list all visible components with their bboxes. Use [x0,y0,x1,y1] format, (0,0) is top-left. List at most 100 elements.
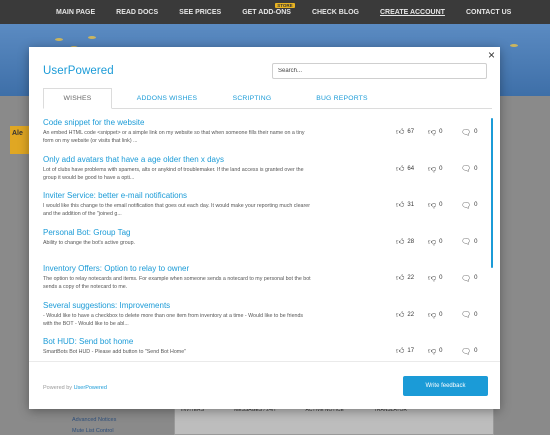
write-feedback-button[interactable]: Write feedback [403,376,488,396]
side-link-mute-list[interactable]: Mute List Control [72,426,116,435]
comment-icon: 🗨︎ [461,200,472,210]
comment-count: 0 [474,348,478,354]
nav-get-addons[interactable]: GET ADD-ONS STORE [242,2,295,16]
close-icon[interactable]: × [488,49,495,61]
vote-down-button[interactable]: 👎︎ 0 [428,200,461,210]
wish-description: - Would like to have a checkbox to delet… [43,312,304,327]
site-top-nav: MAIN PAGE READ DOCS SEE PRICES GET ADD-O… [0,0,550,24]
nav-check-blog[interactable]: CHECK BLOG [312,9,359,16]
thumbs-up-icon: 👍︎ [396,273,405,282]
vote-count: 17 [407,348,415,354]
downvote-count: 0 [439,202,443,208]
wish-title[interactable]: Several suggestions: Improvements [43,301,170,310]
comment-icon: 🗨︎ [461,273,472,283]
vote-up-button[interactable]: 👍︎ 22 [396,273,428,283]
vote-up-button[interactable]: 👍︎ 28 [396,237,428,247]
powered-by-text: Powered by UserPowered [43,385,107,391]
wish-title[interactable]: Only add avatars that have a age older t… [43,155,224,164]
wish-title[interactable]: Personal Bot: Group Tag [43,228,130,237]
wish-title[interactable]: Inventory Offers: Option to relay to own… [43,264,189,273]
logo-text-user: User [43,65,68,77]
alert-tab: Ale [10,126,30,154]
comment-count: 0 [474,129,478,135]
vote-up-button[interactable]: 👍︎ 17 [396,346,428,356]
wish-title[interactable]: Code snippet for the website [43,118,144,127]
scrollbar[interactable] [491,118,493,268]
banner-fish-decoration [88,36,96,39]
store-badge: STORE [275,2,295,8]
side-link-advanced-notices[interactable]: Advanced Notices [72,415,116,426]
thumbs-down-icon: 👎︎ [428,200,437,209]
nav-read-docs[interactable]: READ DOCS [116,9,158,16]
wish-item: Several suggestions: Improvements - Would… [43,298,483,335]
search-input[interactable] [272,63,487,79]
wish-title[interactable]: Inviter Service: better e-mail notificat… [43,191,187,200]
vote-down-button[interactable]: 👎︎ 0 [428,346,461,356]
modal-footer: Powered by UserPowered Write feedback [29,361,500,409]
tab-wishes[interactable]: WISHES [43,88,112,109]
powered-by-link[interactable]: UserPowered [74,385,107,391]
wish-description: The option to relay notecards and items.… [43,276,311,291]
thumbs-down-icon: 👎︎ [428,309,437,319]
thumbs-up-icon: 👍︎ [396,127,405,136]
vote-count: 67 [407,129,415,135]
feedback-modal: × UserPowered WISHES ADDONS WISHES SCRIP… [29,47,500,409]
powered-by-prefix: Powered by [43,385,74,391]
vote-down-button[interactable]: 👎︎ 0 [428,310,461,320]
comments-button[interactable]: 🗨︎ 0 [461,310,478,319]
vote-count: 22 [407,311,415,318]
downvote-count: 0 [439,311,443,318]
comment-count: 0 [474,202,478,208]
comments-button[interactable]: 🗨︎ 0 [461,164,478,173]
nav-main-page[interactable]: MAIN PAGE [56,9,95,16]
nav-get-addons-label: GET ADD-ONS [242,8,291,16]
tab-scripting[interactable]: SCRIPTING [222,88,282,108]
comments-button[interactable]: 🗨︎ 0 [461,127,478,137]
category-tabs: WISHES ADDONS WISHES SCRIPTING BUG REPOR… [43,88,492,109]
side-links: Advanced Notices Mute List Control [72,415,116,435]
nav-create-account[interactable]: CREATE ACCOUNT [380,9,445,16]
wish-description: SmartBots Bot HUD - Please add button to… [43,349,187,355]
comment-icon: 🗨︎ [461,346,472,356]
comment-count: 0 [474,311,478,318]
comment-count: 0 [474,275,478,281]
vote-count: 31 [407,202,415,208]
wish-description: I would like this change to the email no… [43,203,310,218]
vote-count: 64 [407,165,415,172]
vote-up-button[interactable]: 👍︎ 67 [396,127,428,137]
thumbs-up-icon: 👍︎ [396,163,405,173]
wish-title[interactable]: Bot HUD: Send bot home [43,337,133,346]
logo-text-powered: Powered [67,65,114,77]
vote-down-button[interactable]: 👎︎ 0 [428,273,461,283]
thumbs-up-icon: 👍︎ [396,236,405,246]
comments-button[interactable]: 🗨︎ 0 [461,237,478,246]
vote-up-button[interactable]: 👍︎ 31 [396,200,428,210]
comment-icon: 🗨︎ [461,310,472,319]
banner-fish-decoration [55,38,63,41]
vote-count: 28 [407,238,415,245]
wish-actions: 👍︎ 67 👎︎ 0 🗨︎ 0 [396,127,478,137]
wish-actions: 👍︎ 31 👎︎ 0 🗨︎ 0 [396,200,478,210]
vote-down-button[interactable]: 👎︎ 0 [428,237,461,247]
vote-down-button[interactable]: 👎︎ 0 [428,164,461,174]
vote-up-button[interactable]: 👍︎ 22 [396,310,428,320]
wish-item: Personal Bot: Group Tag Ability to change… [43,225,483,262]
comments-button[interactable]: 🗨︎ 0 [461,200,478,210]
vote-up-button[interactable]: 👍︎ 64 [396,164,428,174]
nav-see-prices[interactable]: SEE PRICES [179,9,221,16]
nav-contact-us[interactable]: CONTACT US [466,9,511,16]
wish-description: Ability to change the bot's active group… [43,239,135,246]
comments-button[interactable]: 🗨︎ 0 [461,346,478,356]
wish-item: Inventory Offers: Option to relay to own… [43,261,483,298]
downvote-count: 0 [439,129,443,135]
downvote-count: 0 [439,165,443,172]
comment-count: 0 [474,238,478,245]
vote-down-button[interactable]: 👎︎ 0 [428,127,461,137]
wish-actions: 👍︎ 17 👎︎ 0 🗨︎ 0 [396,346,478,356]
thumbs-down-icon: 👎︎ [428,163,437,173]
comment-icon: 🗨︎ [461,127,472,137]
comments-button[interactable]: 🗨︎ 0 [461,273,478,283]
tab-bug-reports[interactable]: BUG REPORTS [282,88,402,108]
tab-addons-wishes[interactable]: ADDONS WISHES [112,88,222,108]
wish-item: Code snippet for the website An embed HTM… [43,115,483,152]
